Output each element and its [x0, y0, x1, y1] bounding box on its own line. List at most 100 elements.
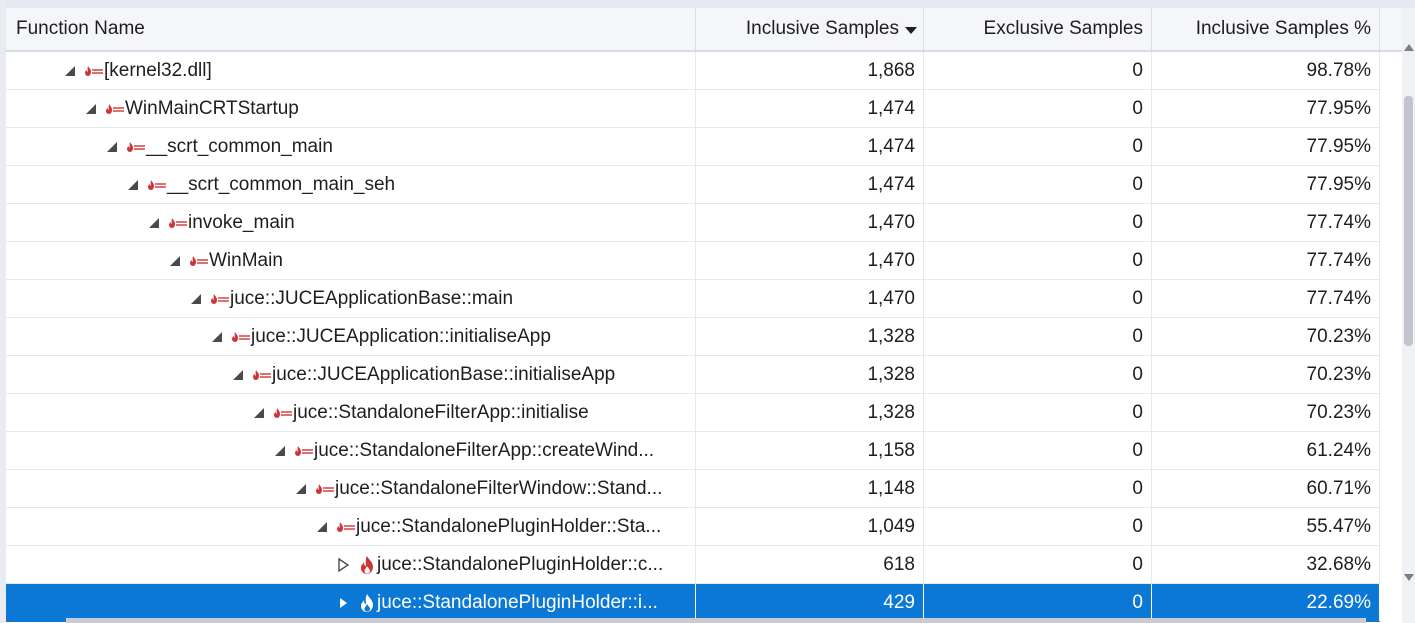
expanded-triangle-icon[interactable]	[230, 367, 246, 383]
table-row[interactable]: juce::JUCEApplicationBase::main 1,470 0 77.…	[6, 280, 1380, 318]
cell-exclusive-samples: 0	[924, 318, 1152, 355]
expanded-triangle-icon[interactable]	[125, 177, 141, 193]
cell-inclusive-samples-pct: 61.24%	[1152, 432, 1380, 469]
expanded-triangle-icon[interactable]	[83, 101, 99, 117]
cell-inclusive-samples: 618	[696, 546, 924, 583]
expanded-triangle-icon[interactable]	[146, 215, 162, 231]
table-row[interactable]: juce::JUCEApplication::initialiseApp 1,32…	[6, 318, 1380, 356]
column-header-row: Function Name Inclusive Samples Exclusiv…	[6, 8, 1402, 52]
cell-inclusive-samples-pct: 98.78%	[1152, 52, 1380, 89]
cell-function-name: WinMainCRTStartup	[6, 90, 696, 127]
cell-exclusive-samples: 0	[924, 470, 1152, 507]
function-name-label: juce::JUCEApplicationBase::initialiseApp	[272, 364, 616, 385]
cell-inclusive-samples: 1,474	[696, 90, 924, 127]
cell-function-name: __scrt_common_main_seh	[6, 166, 696, 203]
function-name-content: WinMain	[167, 242, 283, 279]
cell-function-name: invoke_main	[6, 204, 696, 241]
cell-exclusive-samples: 0	[924, 432, 1152, 469]
cell-function-name: juce::JUCEApplicationBase::main	[6, 280, 696, 317]
cell-function-name: juce::JUCEApplication::initialiseApp	[6, 318, 696, 355]
function-name-label: WinMain	[209, 250, 283, 271]
column-header-exclusive-samples[interactable]: Exclusive Samples	[924, 8, 1152, 50]
function-name-label: [kernel32.dll]	[104, 60, 212, 81]
cell-inclusive-samples: 1,474	[696, 166, 924, 203]
cell-inclusive-samples-pct: 77.95%	[1152, 166, 1380, 203]
cell-inclusive-samples: 1,470	[696, 280, 924, 317]
column-header-inclusive-samples-pct[interactable]: Inclusive Samples %	[1152, 8, 1380, 50]
cell-function-name: juce::JUCEApplicationBase::initialiseApp	[6, 356, 696, 393]
expanded-triangle-icon[interactable]	[272, 443, 288, 459]
cell-function-name: WinMain	[6, 242, 696, 279]
cell-exclusive-samples: 0	[924, 356, 1152, 393]
cell-function-name: juce::StandaloneFilterWindow::Stand...	[6, 470, 696, 507]
function-name-label: juce::StandaloneFilterWindow::Stand...	[335, 478, 663, 499]
column-header-inclusive-samples-label: Inclusive Samples	[745, 18, 899, 39]
collapsed-triangle-icon[interactable]	[335, 557, 351, 573]
cell-inclusive-samples-pct: 77.74%	[1152, 242, 1380, 279]
table-row[interactable]: invoke_main 1,470 0 77.74%	[6, 204, 1380, 242]
collapsed-triangle-icon[interactable]	[335, 595, 351, 611]
function-name-content: juce::StandaloneFilterWindow::Stand...	[293, 470, 662, 507]
expanded-triangle-icon[interactable]	[314, 519, 330, 535]
column-header-function-name[interactable]: Function Name	[6, 8, 696, 50]
function-name-content: juce::JUCEApplicationBase::initialiseApp	[230, 356, 615, 393]
expanded-triangle-icon[interactable]	[209, 329, 225, 345]
cell-inclusive-samples-pct: 70.23%	[1152, 356, 1380, 393]
function-name-content: WinMainCRTStartup	[83, 90, 299, 127]
function-name-label: juce::StandaloneFilterApp::createWind...	[314, 440, 655, 461]
horizontal-scrollbar-thumb[interactable]	[66, 618, 1366, 623]
table-row[interactable]: juce::JUCEApplicationBase::initialiseApp…	[6, 356, 1380, 394]
vertical-scrollbar[interactable]	[1402, 8, 1415, 623]
cell-inclusive-samples-pct: 77.95%	[1152, 128, 1380, 165]
function-name-content: juce::StandalonePluginHolder::Sta...	[314, 508, 661, 545]
table-row[interactable]: juce::StandalonePluginHolder::c... 618 0 32…	[6, 546, 1380, 584]
expanded-triangle-icon[interactable]	[251, 405, 267, 421]
column-header-inclusive-samples[interactable]: Inclusive Samples	[696, 8, 924, 50]
cell-function-name: juce::StandalonePluginHolder::Sta...	[6, 508, 696, 545]
table-row[interactable]: juce::StandalonePluginHolder::Sta... 1,04…	[6, 508, 1380, 546]
scroll-up-arrow-icon[interactable]	[1404, 44, 1414, 51]
cell-exclusive-samples: 0	[924, 584, 1152, 621]
scroll-thumb[interactable]	[1404, 96, 1413, 346]
table-row[interactable]: juce::StandalonePluginHolder::i... 429 0 22…	[6, 584, 1380, 622]
function-name-label: invoke_main	[188, 212, 295, 233]
scroll-down-arrow-icon[interactable]	[1404, 574, 1414, 581]
hot-path-icon	[252, 366, 272, 384]
cell-exclusive-samples: 0	[924, 508, 1152, 545]
expanded-triangle-icon[interactable]	[188, 291, 204, 307]
cell-inclusive-samples: 1,328	[696, 318, 924, 355]
cell-function-name: juce::StandalonePluginHolder::i...	[6, 584, 696, 621]
table-row[interactable]: __scrt_common_main 1,474 0 77.95%	[6, 128, 1380, 166]
table-row[interactable]: juce::StandaloneFilterApp::initialise 1,3…	[6, 394, 1380, 432]
cell-inclusive-samples-pct: 77.74%	[1152, 204, 1380, 241]
hot-path-icon	[315, 480, 335, 498]
cell-inclusive-samples: 1,474	[696, 128, 924, 165]
expanded-triangle-icon[interactable]	[104, 139, 120, 155]
function-name-content: juce::StandalonePluginHolder::c...	[335, 546, 663, 583]
table-row[interactable]: WinMainCRTStartup 1,474 0 77.95%	[6, 90, 1380, 128]
cell-inclusive-samples-pct: 22.69%	[1152, 584, 1380, 621]
table-row[interactable]: [kernel32.dll] 1,868 0 98.78%	[6, 52, 1380, 90]
table-row[interactable]: juce::StandaloneFilterWindow::Stand... 1,…	[6, 470, 1380, 508]
expanded-triangle-icon[interactable]	[167, 253, 183, 269]
profiler-call-tree-window: Function Name Inclusive Samples Exclusiv…	[0, 0, 1415, 623]
flame-icon	[357, 555, 377, 574]
function-name-content: invoke_main	[146, 204, 295, 241]
hot-path-icon	[189, 252, 209, 270]
table-row[interactable]: __scrt_common_main_seh 1,474 0 77.95%	[6, 166, 1380, 204]
cell-inclusive-samples-pct: 77.74%	[1152, 280, 1380, 317]
hot-path-icon	[147, 176, 167, 194]
expanded-triangle-icon[interactable]	[293, 481, 309, 497]
table-row[interactable]: juce::StandaloneFilterApp::createWind...…	[6, 432, 1380, 470]
cell-function-name: juce::StandaloneFilterApp::createWind...	[6, 432, 696, 469]
cell-exclusive-samples: 0	[924, 90, 1152, 127]
cell-inclusive-samples: 1,049	[696, 508, 924, 545]
cell-inclusive-samples: 1,470	[696, 204, 924, 241]
cell-function-name: __scrt_common_main	[6, 128, 696, 165]
function-name-content: juce::JUCEApplication::initialiseApp	[209, 318, 551, 355]
cell-inclusive-samples: 429	[696, 584, 924, 621]
cell-inclusive-samples-pct: 70.23%	[1152, 318, 1380, 355]
expanded-triangle-icon[interactable]	[62, 63, 78, 79]
cell-inclusive-samples: 1,148	[696, 470, 924, 507]
table-row[interactable]: WinMain 1,470 0 77.74%	[6, 242, 1380, 280]
